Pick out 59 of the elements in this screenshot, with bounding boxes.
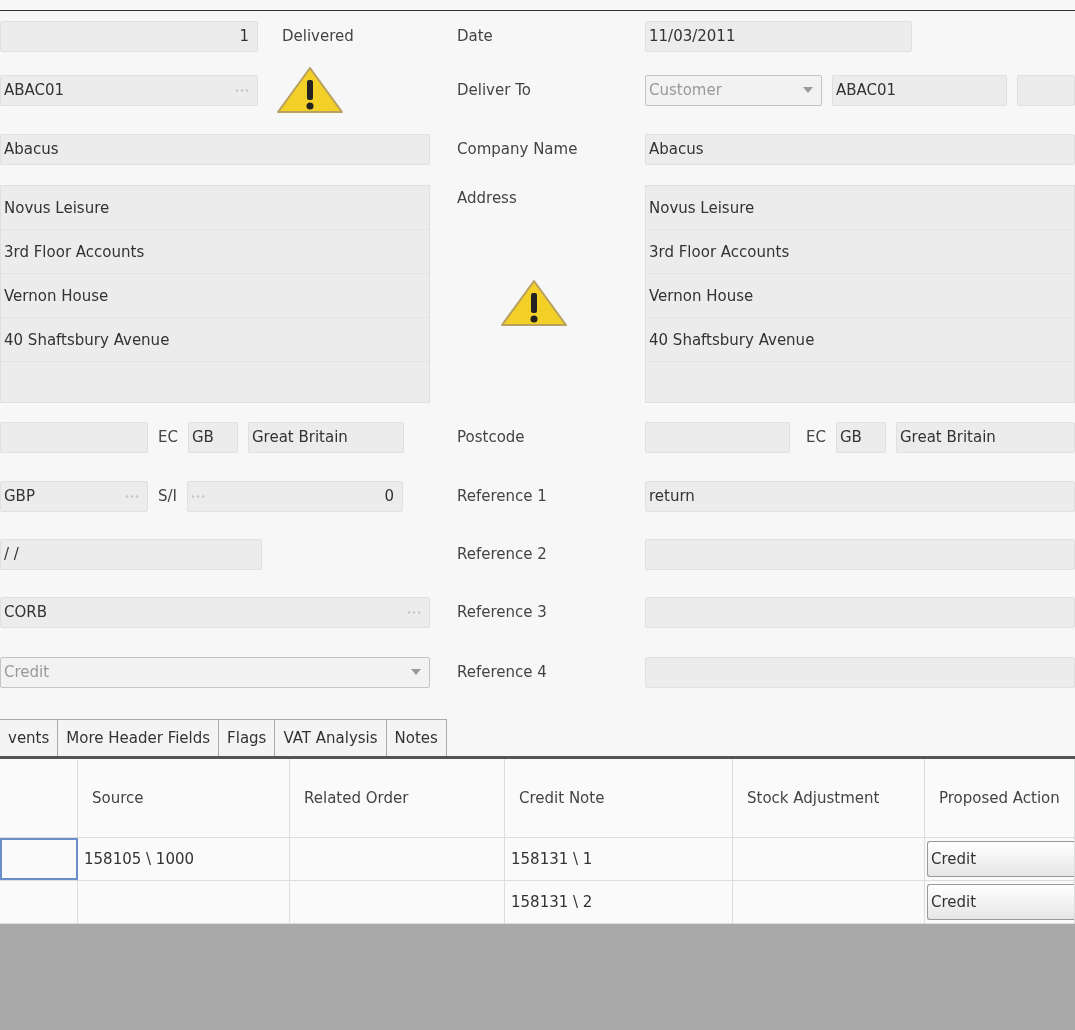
ellipsis-icon[interactable] [191, 494, 205, 498]
address-line: Novus Leisure [1, 186, 429, 230]
field-label: Company Name [456, 140, 579, 158]
ellipsis-icon[interactable] [235, 88, 249, 92]
company-field[interactable]: Abacus [0, 133, 430, 165]
address-line: 3rd Floor Accounts [646, 230, 1074, 274]
status-label: Delivered [281, 27, 354, 45]
date-field[interactable]: 11/03/2011 [645, 20, 912, 52]
si-field[interactable]: 0 [187, 480, 403, 512]
field-label: Reference 1 [456, 487, 548, 505]
address-line: 3rd Floor Accounts [1, 230, 429, 274]
reference-field[interactable]: return [645, 480, 1075, 512]
field-label: Date [456, 27, 494, 45]
column-header: Stock Adjustment [733, 759, 925, 837]
field-label: Reference 4 [456, 663, 548, 681]
account-field[interactable]: ABAC01 [0, 74, 258, 106]
address-line: Vernon House [1, 274, 429, 318]
address-line: Novus Leisure [646, 186, 1074, 230]
country-field[interactable]: Great Britain [247, 421, 404, 453]
date-field[interactable]: / / [0, 538, 262, 570]
table-cell: 158131 \ 1 [505, 838, 733, 880]
field-label: Address [456, 189, 517, 207]
column-header: Related Order [290, 759, 505, 837]
address-line: 40 Shaftsbury Avenue [1, 318, 429, 362]
number-field[interactable]: 1 [0, 20, 258, 52]
country-code-field[interactable]: GB [187, 421, 238, 453]
action-dropdown[interactable]: Credit [927, 884, 1074, 920]
column-header: Proposed Action [925, 759, 1075, 837]
tab[interactable]: Notes [386, 719, 447, 756]
field-label: Postcode [456, 428, 526, 446]
address-field[interactable]: Novus Leisure 3rd Floor Accounts Vernon House 40 Shaftsbury Avenue [0, 185, 430, 403]
currency-field[interactable]: GBP [0, 480, 148, 512]
deliver-account-field[interactable]: ABAC01 [832, 74, 1007, 106]
address-line: 40 Shaftsbury Avenue [646, 318, 1074, 362]
action-dropdown[interactable]: Credit [927, 841, 1074, 877]
column-header: Source [78, 759, 290, 837]
ec-label: EC [805, 428, 826, 446]
tab[interactable]: vents [0, 719, 59, 756]
tab[interactable]: More Header Fields [58, 719, 220, 756]
table-cell: 158105 \ 1000 [78, 838, 290, 880]
address-field[interactable]: Novus Leisure 3rd Floor Accounts Vernon House 40 Shaftsbury Avenue [645, 185, 1075, 403]
company-field[interactable]: Abacus [645, 133, 1075, 165]
ec-label: EC [158, 428, 178, 446]
field-label: Reference 2 [456, 545, 548, 563]
column-header: Credit Note [505, 759, 733, 837]
ellipsis-icon[interactable] [125, 494, 139, 498]
tab[interactable]: Flags [219, 719, 276, 756]
country-field[interactable]: Great Britain [895, 421, 1075, 453]
warning-icon [276, 66, 344, 114]
si-label: S/I [158, 487, 177, 505]
warning-icon [500, 279, 568, 327]
address-line: Vernon House [646, 274, 1074, 318]
field-label: Reference 3 [456, 603, 548, 621]
ellipsis-icon[interactable] [407, 610, 421, 614]
tab[interactable]: VAT Analysis [275, 719, 387, 756]
field-label: Deliver To [456, 81, 532, 99]
country-code-field[interactable]: GB [835, 421, 886, 453]
code-field[interactable]: CORB [0, 596, 430, 628]
table-cell: 158131 \ 2 [505, 881, 733, 923]
